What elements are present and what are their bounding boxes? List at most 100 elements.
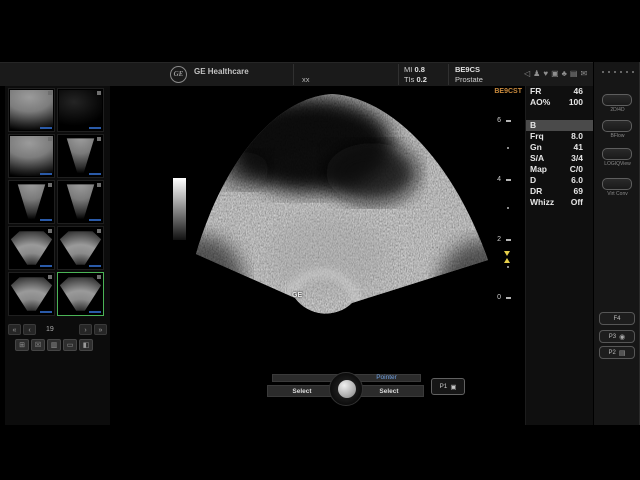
thumbnail-tag [89, 127, 101, 129]
brand-label: GE Healthcare [194, 67, 249, 76]
trackball-key-select-left[interactable]: Select [267, 385, 337, 397]
clipboard-icon[interactable]: ▥ [47, 339, 61, 351]
soft-button-bflow[interactable] [602, 120, 632, 132]
depth-ruler: 6420 [492, 85, 516, 315]
thumbnail-item[interactable] [57, 88, 104, 132]
thumbnail-badge [48, 91, 52, 95]
param-row-b[interactable]: B [526, 120, 593, 131]
ruler-dot [507, 147, 509, 149]
soft-button-logiqview[interactable] [602, 148, 632, 160]
ruler-dash [506, 239, 511, 241]
soft-button-label: LOGIQView [594, 161, 640, 167]
param-label: Frq [530, 131, 544, 142]
wifi-icon: ♥ [543, 68, 548, 80]
probe-name: BE9CS [455, 65, 480, 74]
param-row-frq: Frq 8.0 [526, 131, 593, 142]
ruler-dash [506, 297, 511, 299]
thumbnail-item[interactable] [8, 226, 55, 270]
param-label: DR [530, 186, 542, 197]
patient-id-field[interactable]: xx [302, 75, 310, 84]
ruler-number: 0 [492, 294, 501, 301]
layout-grid-icon[interactable]: ⊞ [15, 339, 29, 351]
param-value: 69 [574, 186, 583, 197]
param-row-dr: DR 69 [526, 186, 593, 197]
delete-icon[interactable]: ☒ [31, 339, 45, 351]
thumbnail-item[interactable] [8, 272, 55, 316]
probe-preset-readout: BE9CS Prostate [455, 65, 483, 85]
rail-menu-dots [602, 71, 634, 73]
thumbnail-item[interactable] [57, 272, 104, 316]
soft-button-2d4d[interactable] [602, 94, 632, 106]
thumbnail-badge [48, 137, 52, 141]
thumbnail-image [59, 182, 102, 222]
prev-page-button[interactable]: ‹ [23, 324, 36, 335]
thumbnail-item[interactable] [8, 88, 55, 132]
ruler-number: 4 [492, 176, 501, 183]
header-status-icons: ◁♟♥▣♣▤✉ [524, 68, 587, 80]
ruler-mark: 6 [492, 118, 516, 126]
thumbnail-item[interactable] [57, 134, 104, 178]
clipboard-toolbar: ⊞☒▥▭◧ [15, 339, 93, 351]
header-divider [293, 64, 294, 85]
thumbnail-tag [40, 265, 52, 267]
thumbnail-tag [40, 219, 52, 221]
store-icon: ▣ [450, 383, 456, 391]
ultrasound-screen: GE GE Healthcare xx MI 0.8 TIs 0.2 BE9CS… [0, 0, 640, 480]
printer-icon: ▤ [619, 349, 626, 357]
trackball-key-pointer[interactable]: Pointer [352, 374, 421, 382]
soft-button-virtconv[interactable] [602, 178, 632, 190]
ruler-mark: 4 [492, 177, 516, 185]
focus-marker-icon[interactable] [504, 251, 511, 263]
next-page-button[interactable]: › [79, 324, 92, 335]
preset-name: Prostate [455, 75, 483, 85]
first-page-button[interactable]: « [8, 324, 21, 335]
param-label: Gn [530, 142, 542, 153]
grayscale-bar [173, 178, 186, 240]
param-value: 3/4 [571, 153, 583, 164]
param-value: 8.0 [571, 131, 583, 142]
clipboard-sidebar: « ‹ 19 › » ⊞☒▥▭◧ [5, 86, 110, 425]
header-divider [398, 64, 399, 85]
p1-button[interactable]: P1 ▣ [431, 378, 465, 395]
speaker-icon[interactable]: ◧ [79, 339, 93, 351]
param-row-whizz: WhizzOff [526, 197, 593, 208]
param-value: Off [571, 197, 583, 208]
soft-button-label: BFlow [594, 133, 640, 139]
thumbnail-item[interactable] [8, 180, 55, 224]
monitor-icon[interactable]: ▭ [63, 339, 77, 351]
param-row-sa: S/A3/4 [526, 153, 593, 164]
thumbnail-tag [40, 311, 52, 313]
param-value: 41 [574, 142, 583, 153]
thumbnail-item[interactable] [57, 226, 104, 270]
trackball[interactable] [338, 380, 356, 398]
thumbnail-item[interactable] [57, 180, 104, 224]
mute-icon: ◁ [524, 68, 530, 80]
header-divider [448, 64, 449, 85]
param-value: 6.0 [571, 175, 583, 186]
ge-logo-icon: GE [170, 66, 187, 83]
hard-button-f4[interactable]: F4 [599, 312, 635, 325]
ruler-dot [507, 266, 509, 268]
ruler-number: 6 [492, 117, 501, 124]
thumbnail-badge [97, 229, 101, 233]
acoustic-output-readout: MI 0.8 TIs 0.2 [404, 65, 427, 85]
hard-button-label: P3 [609, 334, 616, 340]
hard-button-p3[interactable]: P3◉ [599, 330, 635, 343]
param-row-fr: FR46 [526, 86, 593, 97]
parameter-panel: FR46AO%100BFrq8.0Gn41S/A3/4MapC/0D6.0DR6… [525, 86, 593, 425]
param-value: C/0 [570, 164, 583, 175]
param-label: Map [530, 164, 547, 175]
right-rail: 2D/4DBFlowLOGIQViewVirt ConvF4P3◉P2▤ [593, 62, 640, 425]
hard-button-p2[interactable]: P2▤ [599, 346, 635, 359]
thumbnail-grid [8, 88, 107, 316]
thumbnail-item[interactable] [8, 134, 55, 178]
last-page-button[interactable]: » [94, 324, 107, 335]
thumbnail-image [59, 228, 102, 268]
ruler-dot [507, 207, 509, 209]
thumbnail-badge [48, 183, 52, 187]
ruler-dash [506, 120, 511, 122]
trackball-key-select-right[interactable]: Select [354, 385, 424, 397]
soft-button-label: Virt Conv [594, 191, 640, 197]
thumbnail-tag [89, 311, 101, 313]
ruler-dash [506, 179, 511, 181]
